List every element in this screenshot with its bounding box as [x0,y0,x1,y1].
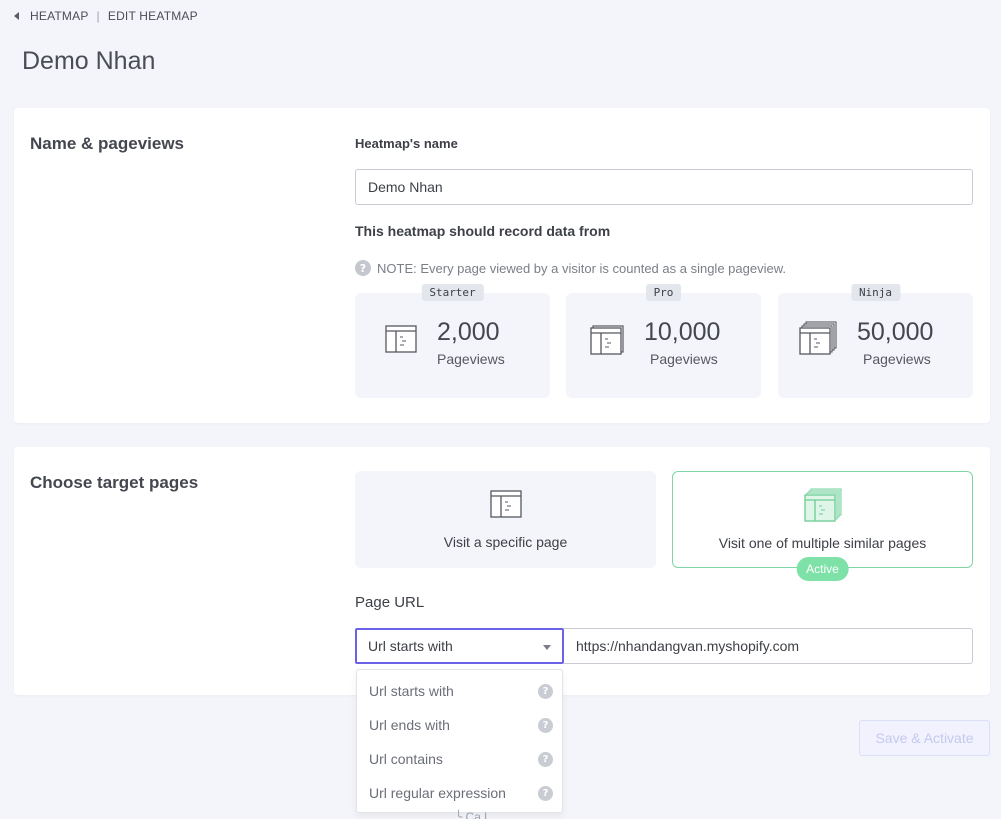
url-match-selected: Url starts with [368,638,453,654]
single-page-icon [489,490,522,518]
url-match-dropdown: Url starts with ? Url ends with ? Url co… [356,669,563,813]
heatmap-name-label: Heatmap's name [355,136,458,151]
help-icon[interactable]: ? [538,785,553,801]
option-label: Visit a specific page [443,534,568,550]
plan-badge: Starter [421,284,484,301]
help-icon[interactable]: ? [538,717,553,733]
save-activate-button[interactable]: Save & Activate [859,720,990,756]
breadcrumb-separator: | [96,9,100,23]
breadcrumb: HEATMAP | EDIT HEATMAP [14,9,198,23]
pageview-note: ? NOTE: Every page viewed by a visitor i… [355,260,786,276]
name-pageviews-card: Name & pageviews Heatmap's name This hea… [14,108,990,423]
dropdown-option-label: Url starts with [369,683,454,699]
page-title: Demo Nhan [22,47,156,75]
dropdown-option-label: Url regular expression [369,785,506,801]
partial-cancel-link[interactable]: ╰ Ca.l.. [455,810,494,819]
back-caret-icon[interactable] [14,12,19,20]
section-title-target-pages: Choose target pages [30,473,199,492]
plan-card-ninja: Ninja 50,000 Pageviews [778,284,973,398]
help-icon[interactable]: ? [355,260,371,276]
url-match-select[interactable]: Url starts with [355,628,564,664]
dropdown-option-contains[interactable]: Url contains ? [357,742,562,776]
plan-card-starter: Starter 2,000 Pageviews [355,284,550,398]
help-icon[interactable]: ? [538,751,553,767]
option-label: Visit one of multiple similar pages [718,535,927,551]
plan-pageview-unit: Pageviews [650,351,718,367]
pageview-note-text: NOTE: Every page viewed by a visitor is … [377,260,786,276]
plan-pageview-unit: Pageviews [437,351,505,367]
dropdown-option-starts-with[interactable]: Url starts with ? [357,674,562,708]
dropdown-option-label: Url contains [369,751,443,767]
plan-pageview-count: 10,000 [644,318,721,346]
dropdown-option-label: Url ends with [369,717,450,733]
single-page-icon [385,325,417,353]
stacked-pages-icon [803,488,842,522]
target-pages-card: Choose target pages Visit a specific pag… [14,447,990,695]
plan-badge: Ninja [850,284,901,301]
page-url-label: Page URL [355,594,425,611]
option-specific-page[interactable]: Visit a specific page [355,471,656,568]
record-data-label: This heatmap should record data from [355,223,611,239]
dropdown-option-regex[interactable]: Url regular expression ? [357,776,562,810]
plan-pageview-count: 50,000 [857,318,934,346]
section-title-name-pageviews: Name & pageviews [30,134,185,153]
plan-badge: Pro [645,284,682,301]
breadcrumb-heatmap-link[interactable]: HEATMAP [30,9,89,23]
page-url-input[interactable] [564,628,973,664]
dropdown-option-ends-with[interactable]: Url ends with ? [357,708,562,742]
plan-pageview-count: 2,000 [437,318,500,346]
heatmap-name-input[interactable] [355,169,973,205]
plan-card-pro: Pro 10,000 Pageviews [566,284,761,398]
help-icon[interactable]: ? [538,683,553,699]
breadcrumb-current: EDIT HEATMAP [107,9,198,23]
plan-pageview-unit: Pageviews [863,351,931,367]
active-badge: Active [796,557,849,581]
double-page-icon [590,325,624,355]
chevron-down-icon [543,645,551,650]
option-multiple-pages[interactable]: Visit one of multiple similar pages Acti… [672,471,973,581]
stacked-pages-icon [799,321,837,355]
